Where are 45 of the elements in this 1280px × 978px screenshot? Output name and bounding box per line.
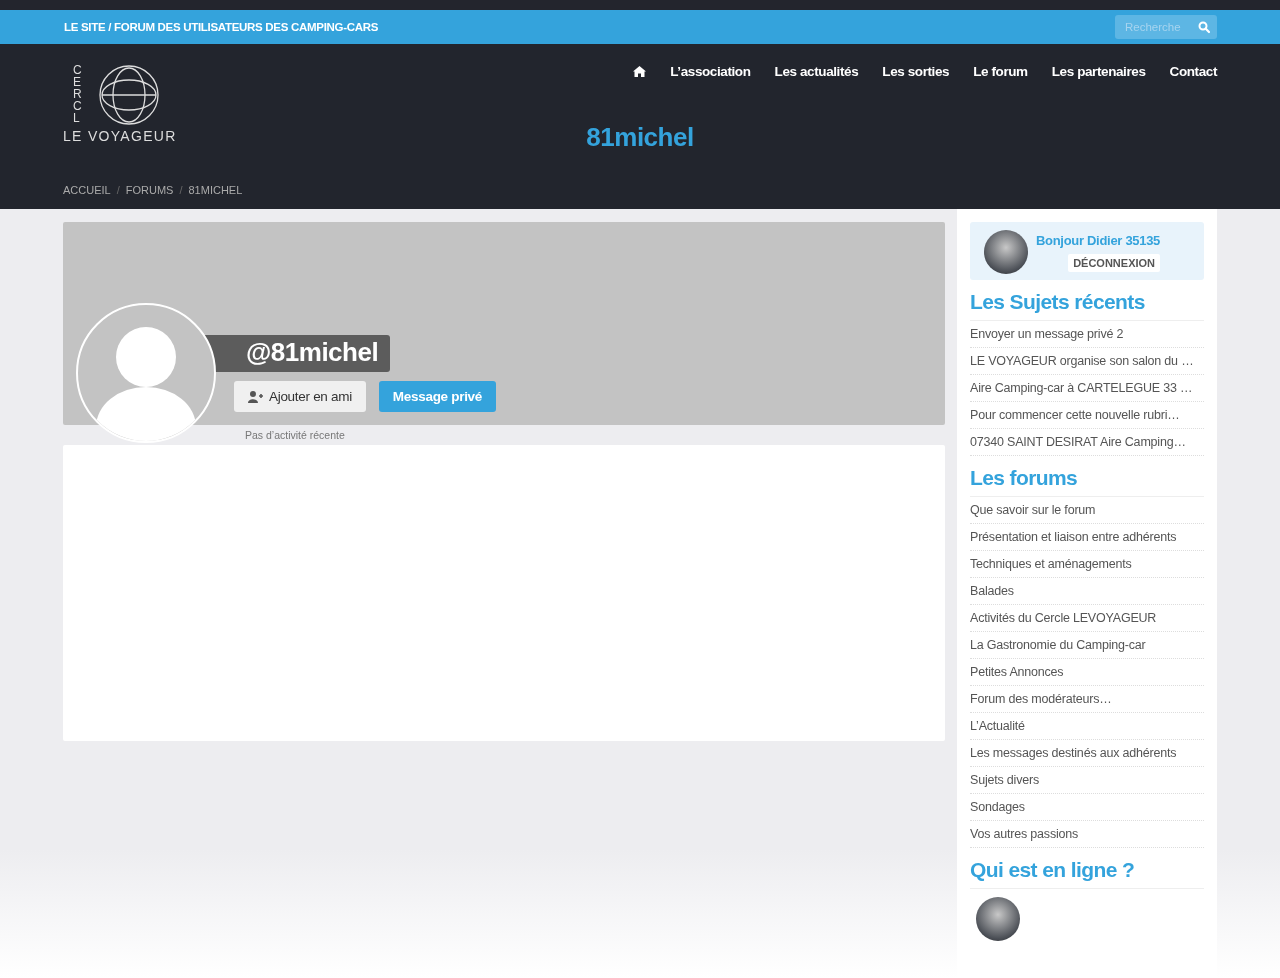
- breadcrumb-link[interactable]: 81MICHEL: [188, 184, 243, 196]
- forum-link[interactable]: Balades: [970, 578, 1204, 605]
- forum-link[interactable]: Sujets divers: [970, 767, 1204, 794]
- forum-link[interactable]: Sondages: [970, 794, 1204, 821]
- forum-link[interactable]: Présentation et liaison entre adhérents: [970, 524, 1204, 551]
- profile-username: @81michel: [204, 335, 391, 372]
- forum-link[interactable]: Que savoir sur le forum: [970, 497, 1204, 524]
- section-heading: Les forums: [970, 466, 1204, 497]
- forum-link[interactable]: L’Actualité: [970, 713, 1204, 740]
- section-heading: Les Sujets récents: [970, 290, 1204, 321]
- forum-link[interactable]: Vos autres passions: [970, 821, 1204, 848]
- nav-link[interactable]: Les actualités: [774, 64, 859, 79]
- breadcrumb-separator: /: [116, 184, 120, 196]
- photo-placeholder[interactable]: [976, 897, 1020, 941]
- nav-link[interactable]: Les sorties: [882, 64, 950, 79]
- forum-link[interactable]: Les messages destinés aux adhérents: [970, 740, 1204, 767]
- recent-topic-link[interactable]: Aire Camping-car à CARTELEGUE 33 …: [970, 375, 1204, 402]
- nav-link[interactable]: Le forum: [973, 64, 1028, 79]
- forum-link[interactable]: Activités du Cercle LEVOYAGEUR: [970, 605, 1204, 632]
- forum-link[interactable]: Forum des modérateurs…: [970, 686, 1204, 713]
- recent-topic-link[interactable]: LE VOYAGEUR organise son salon du …: [970, 348, 1204, 375]
- recent-topic-link[interactable]: Envoyer un message privé 2: [970, 321, 1204, 348]
- add-friend-button[interactable]: Ajouter en ami: [234, 381, 366, 412]
- section-heading: Qui est en ligne ?: [970, 858, 1204, 889]
- recent-topic-link[interactable]: 07340 SAINT DESIRAT Aire Camping…: [970, 429, 1204, 456]
- home-icon[interactable]: [633, 66, 647, 77]
- nav-link[interactable]: Contact: [1169, 64, 1217, 79]
- page-title: 81michel: [586, 122, 694, 153]
- breadcrumb-link[interactable]: ACCUEIL: [63, 184, 111, 196]
- forum-link[interactable]: Techniques et aménagements: [970, 551, 1204, 578]
- user-plus-icon: [248, 390, 263, 403]
- search-field[interactable]: Recherche: [1115, 15, 1191, 39]
- activity-text: Pas d’activité récente: [245, 429, 346, 443]
- logo-vertical-text: CERCL: [73, 64, 83, 124]
- nav-link[interactable]: Les partenaires: [1051, 64, 1146, 79]
- forum-link[interactable]: Petites Annonces: [970, 659, 1204, 686]
- photo-placeholder: [984, 230, 1028, 274]
- logout-button[interactable]: DÉCONNEXION: [1068, 253, 1161, 272]
- nav-link[interactable]: L’association: [670, 64, 751, 79]
- recent-topic-link[interactable]: Pour commencer cette nouvelle rubri…: [970, 402, 1204, 429]
- logo-text: LE VOYAGEUR: [63, 128, 177, 144]
- breadcrumb-separator: /: [179, 184, 183, 196]
- breadcrumb-link[interactable]: FORUMS: [125, 184, 174, 196]
- globe-icon: [98, 64, 160, 126]
- forum-link[interactable]: La Gastronomie du Camping-car: [970, 632, 1204, 659]
